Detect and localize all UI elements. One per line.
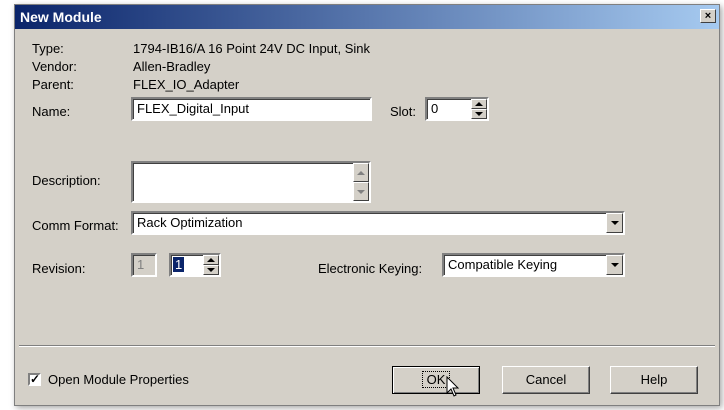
arrow-up-icon xyxy=(357,170,365,175)
open-module-properties-label[interactable]: Open Module Properties xyxy=(48,372,189,387)
comm-format-label: Comm Format: xyxy=(32,218,119,233)
arrow-down-icon xyxy=(357,189,365,194)
revision-down-button[interactable] xyxy=(203,265,219,275)
vendor-label: Vendor: xyxy=(32,59,77,74)
comm-format-select[interactable]: Rack Optimization xyxy=(131,211,625,235)
close-icon[interactable]: × xyxy=(700,9,716,23)
slot-label: Slot: xyxy=(390,104,417,119)
keying-value: Compatible Keying xyxy=(448,257,558,272)
arrow-up-icon xyxy=(207,258,215,262)
name-input-value: FLEX_Digital_Input xyxy=(137,101,250,116)
parent-label: Parent: xyxy=(32,77,74,92)
open-module-properties-checkbox[interactable]: ✓ xyxy=(28,373,41,386)
comm-format-dropdown-button[interactable] xyxy=(606,213,623,233)
new-module-dialog: New Module × Type: 1794-IB16/A 16 Point … xyxy=(14,4,720,406)
keying-dropdown-button[interactable] xyxy=(606,255,623,275)
chevron-down-icon xyxy=(610,263,619,267)
description-input[interactable] xyxy=(131,161,371,203)
cancel-button[interactable]: Cancel xyxy=(502,366,590,394)
revision-major-field: 1 xyxy=(131,253,157,277)
revision-major-value: 1 xyxy=(137,257,145,272)
slot-value: 0 xyxy=(431,101,439,116)
slot-spinner[interactable]: 0 xyxy=(425,97,489,121)
arrow-down-icon xyxy=(207,268,215,272)
separator xyxy=(19,345,715,347)
name-input[interactable]: FLEX_Digital_Input xyxy=(131,97,372,121)
ok-button[interactable]: OK xyxy=(392,366,480,394)
parent-value: FLEX_IO_Adapter xyxy=(133,77,240,92)
keying-label: Electronic Keying: xyxy=(318,261,423,276)
revision-minor-spinner[interactable]: 1 xyxy=(169,253,221,277)
revision-minor-value: 1 xyxy=(173,257,185,272)
type-label: Type: xyxy=(32,41,64,56)
revision-label: Revision: xyxy=(32,261,86,276)
slot-down-button[interactable] xyxy=(471,109,487,119)
description-scroll-down[interactable] xyxy=(353,182,369,201)
revision-up-button[interactable] xyxy=(203,255,219,265)
comm-format-value: Rack Optimization xyxy=(137,215,243,230)
vendor-value: Allen-Bradley xyxy=(133,59,211,74)
description-scroll-up[interactable] xyxy=(353,163,369,182)
description-label: Description: xyxy=(32,173,101,188)
slot-up-button[interactable] xyxy=(471,99,487,109)
arrow-up-icon xyxy=(475,102,483,106)
help-button[interactable]: Help xyxy=(610,366,698,394)
type-value: 1794-IB16/A 16 Point 24V DC Input, Sink xyxy=(133,41,371,56)
name-label: Name: xyxy=(32,104,71,119)
arrow-down-icon xyxy=(475,112,483,116)
mouse-cursor-icon xyxy=(446,376,460,397)
window-title: New Module xyxy=(20,9,102,25)
keying-select[interactable]: Compatible Keying xyxy=(442,253,625,277)
chevron-down-icon xyxy=(610,221,619,225)
title-bar[interactable]: New Module × xyxy=(15,5,719,29)
